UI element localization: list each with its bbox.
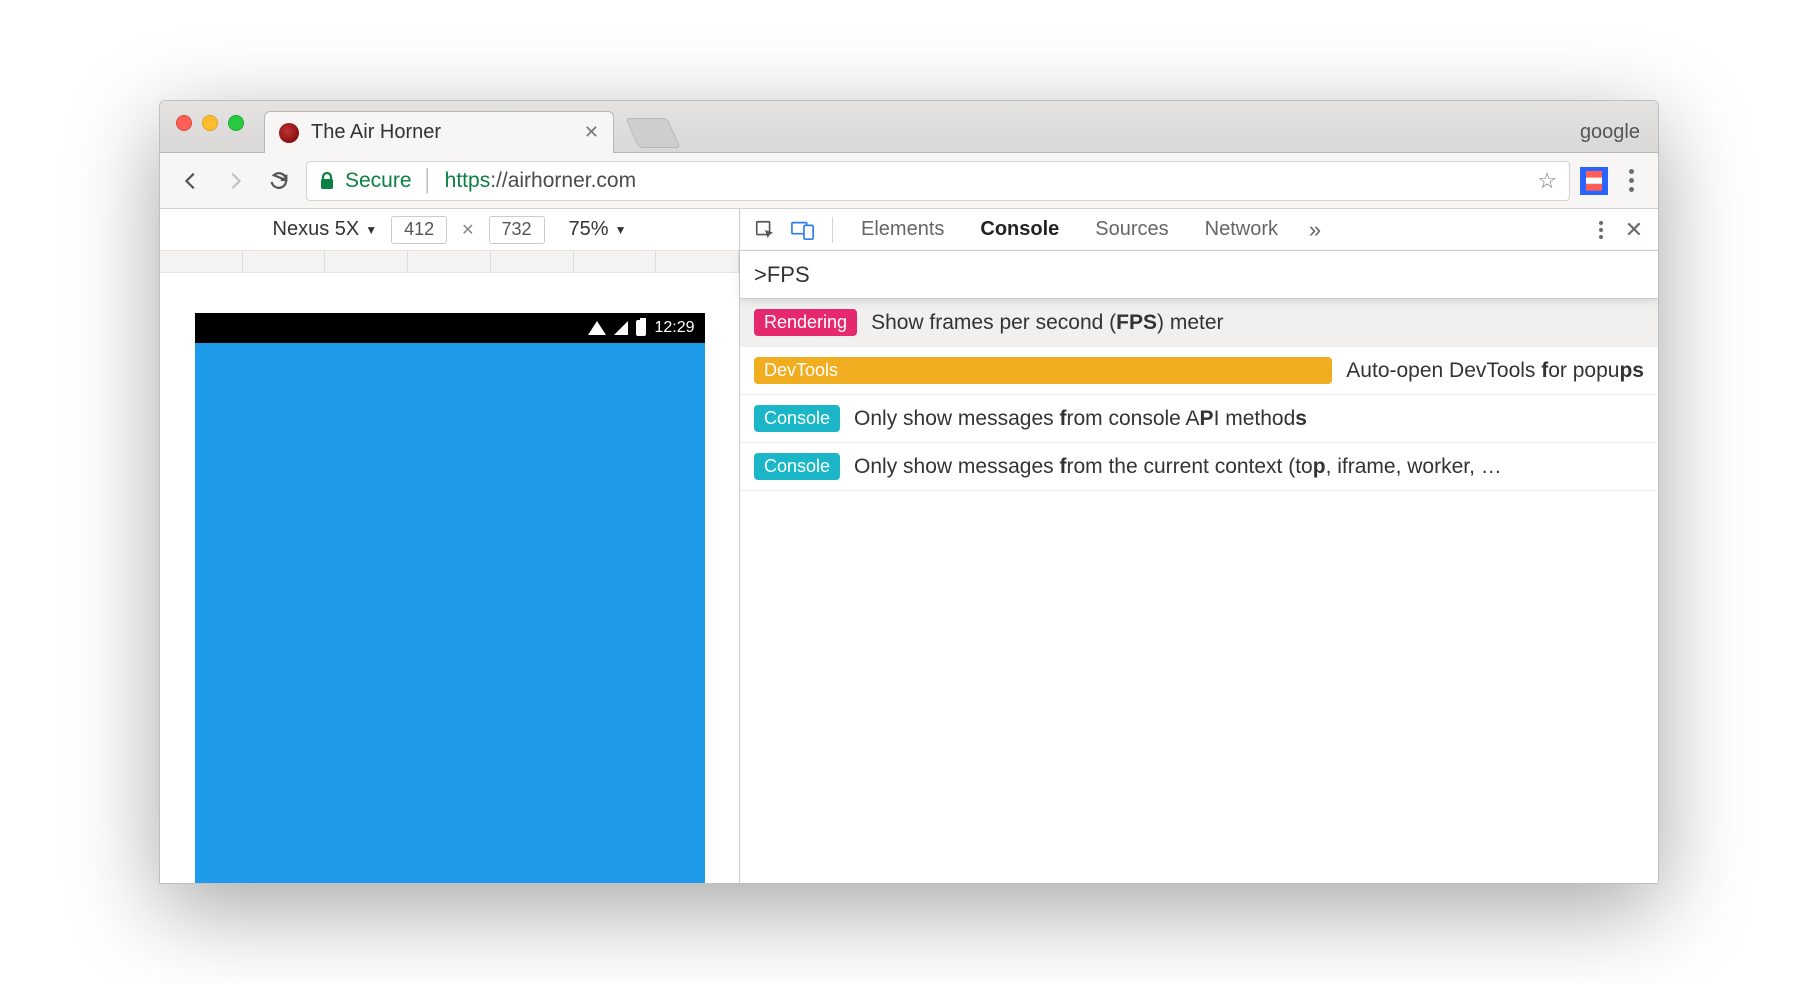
browser-tab[interactable]: The Air Horner ✕	[264, 111, 614, 153]
reload-button[interactable]	[262, 164, 296, 198]
cell-signal-icon	[614, 321, 628, 335]
device-select[interactable]: Nexus 5X ▼	[273, 218, 378, 241]
inspect-element-button[interactable]	[748, 213, 782, 247]
device-mode-pane: Nexus 5X ▼ ✕ 75% ▼	[160, 209, 740, 883]
lock-icon	[319, 172, 335, 190]
browser-window: The Air Horner ✕ google Secure │	[159, 100, 1659, 884]
bookmark-star-icon[interactable]: ☆	[1537, 168, 1557, 194]
profile-label[interactable]: google	[1580, 121, 1640, 144]
toggle-device-toolbar-button[interactable]	[786, 213, 820, 247]
battery-icon	[636, 320, 646, 336]
nav-toolbar: Secure │ https://airhorner.com ☆	[160, 153, 1658, 209]
wifi-icon	[588, 321, 606, 335]
command-menu-input[interactable]: >FPS	[740, 251, 1658, 299]
command-menu-item[interactable]: Console Only show messages from the curre…	[740, 443, 1658, 491]
device-viewport: 12:29	[160, 273, 739, 883]
command-category-badge: Console	[754, 453, 840, 480]
tab-sources[interactable]: Sources	[1079, 209, 1184, 250]
command-menu-results: Rendering Show frames per second (FPS) me…	[740, 299, 1658, 491]
new-tab-button[interactable]	[625, 118, 680, 148]
command-menu-item[interactable]: Console Only show messages from console A…	[740, 395, 1658, 443]
emulated-screen[interactable]: 12:29	[195, 313, 705, 883]
url-protocol: https	[445, 169, 491, 192]
divider	[832, 217, 833, 243]
separator: │	[422, 169, 435, 193]
tab-favicon	[279, 123, 299, 143]
devtools-close-button[interactable]: ✕	[1618, 217, 1650, 243]
browser-menu-button[interactable]	[1618, 169, 1644, 192]
tab-network[interactable]: Network	[1189, 209, 1294, 250]
lighthouse-extension-icon[interactable]	[1580, 167, 1608, 195]
forward-button[interactable]	[218, 164, 252, 198]
zoom-select[interactable]: 75% ▼	[569, 218, 627, 241]
command-item-label: Show frames per second (FPS) meter	[871, 311, 1223, 335]
url-host: ://airhorner.com	[490, 169, 636, 192]
more-tabs-button[interactable]: »	[1298, 213, 1332, 247]
command-menu-text: >FPS	[754, 262, 810, 288]
titlebar: The Air Horner ✕ google	[160, 101, 1658, 153]
tab-console[interactable]: Console	[964, 209, 1075, 250]
device-toolbar: Nexus 5X ▼ ✕ 75% ▼	[160, 209, 739, 251]
responsive-ruler[interactable]	[160, 251, 739, 273]
window-zoom-button[interactable]	[228, 115, 244, 131]
devtools-menu-button[interactable]	[1588, 221, 1614, 239]
viewport-width-input[interactable]	[391, 216, 447, 244]
viewport-height-input[interactable]	[489, 216, 545, 244]
chevron-down-icon: ▼	[365, 223, 377, 237]
command-category-badge: DevTools	[754, 357, 1332, 384]
devtools-tabbar: Elements Console Sources Network » ✕	[740, 209, 1658, 251]
tab-elements[interactable]: Elements	[845, 209, 960, 250]
status-time: 12:29	[654, 319, 694, 337]
zoom-label: 75%	[569, 218, 609, 241]
command-item-label: Only show messages from the current cont…	[854, 455, 1502, 479]
command-category-badge: Rendering	[754, 309, 857, 336]
command-menu-item[interactable]: Rendering Show frames per second (FPS) me…	[740, 299, 1658, 347]
command-menu-item[interactable]: DevTools Auto-open DevTools for popups	[740, 347, 1658, 395]
dimension-x: ✕	[461, 220, 474, 240]
command-item-label: Only show messages from console API meth…	[854, 407, 1307, 431]
device-name-label: Nexus 5X	[273, 218, 360, 241]
secure-label: Secure	[345, 169, 412, 193]
android-status-bar: 12:29	[195, 313, 705, 343]
window-close-button[interactable]	[176, 115, 192, 131]
command-item-label: Auto-open DevTools for popups	[1346, 359, 1644, 383]
tab-close-button[interactable]: ✕	[584, 122, 599, 143]
window-controls	[176, 115, 244, 131]
chevron-down-icon: ▼	[615, 223, 627, 237]
command-category-badge: Console	[754, 405, 840, 432]
content-area: Nexus 5X ▼ ✕ 75% ▼	[160, 209, 1658, 883]
url-text: https://airhorner.com	[445, 169, 636, 193]
address-bar[interactable]: Secure │ https://airhorner.com ☆	[306, 161, 1570, 201]
window-minimize-button[interactable]	[202, 115, 218, 131]
devtools-pane: Elements Console Sources Network » ✕ >FP…	[740, 209, 1658, 883]
tab-title: The Air Horner	[311, 121, 441, 144]
back-button[interactable]	[174, 164, 208, 198]
